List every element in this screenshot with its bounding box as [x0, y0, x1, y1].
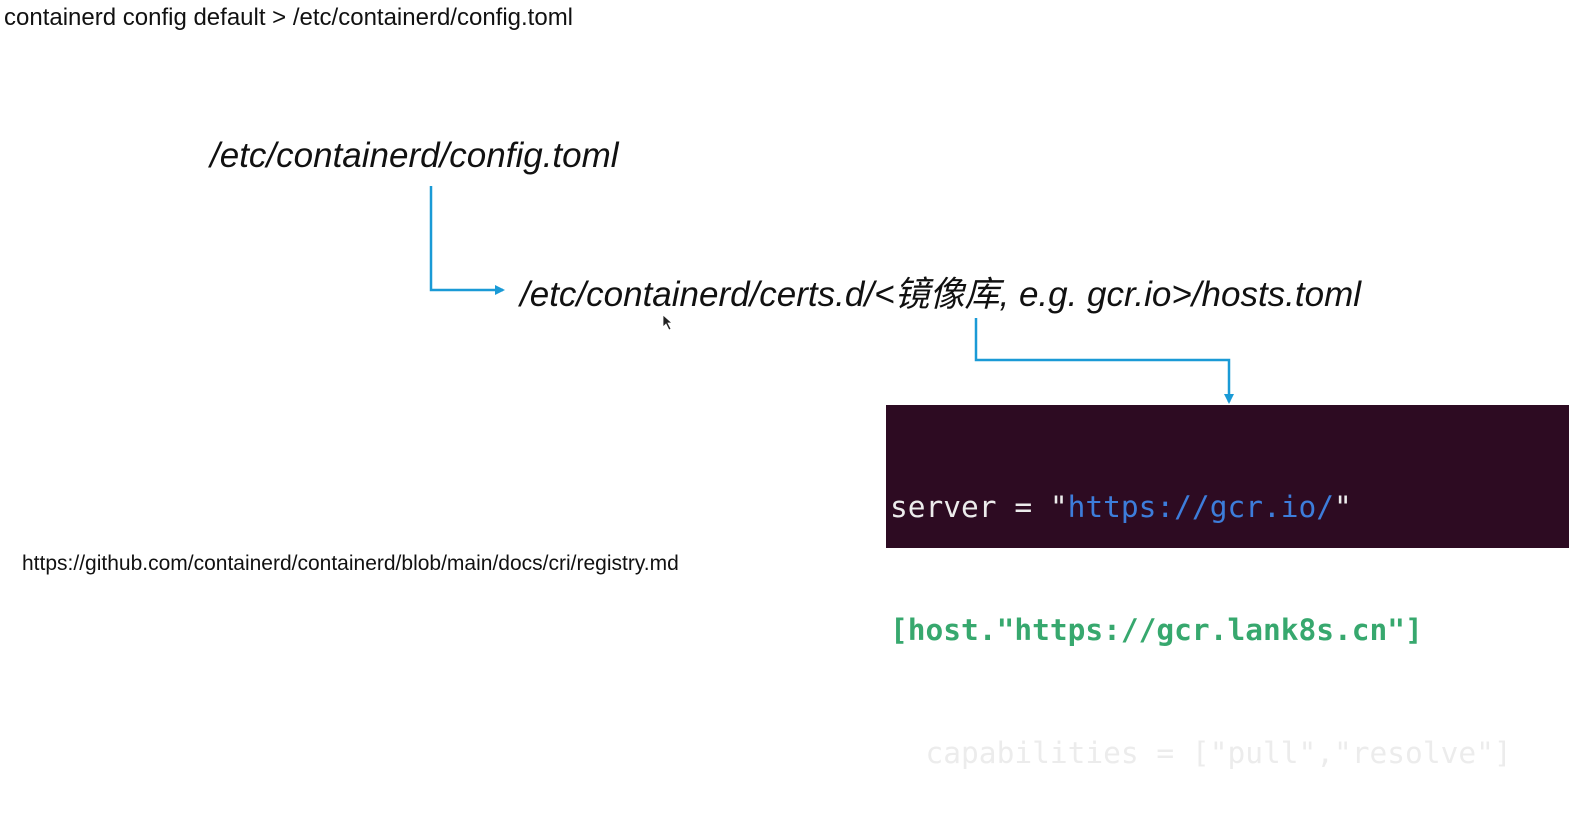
- server-url: https://gcr.io/: [1067, 490, 1335, 524]
- terminal-line-capabilities: capabilities = ["pull","resolve"]: [890, 736, 1512, 770]
- terminal-snippet: server = "https://gcr.io/" [host."https:…: [886, 405, 1569, 770]
- terminal-line-host: [host."https://gcr.lank8s.cn"]: [890, 613, 1423, 647]
- arrow-config-to-hosts: [429, 186, 505, 295]
- mouse-cursor-icon: [662, 314, 674, 331]
- terminal-line-server: server = "https://gcr.io/": [890, 487, 1569, 528]
- registry-docs-link[interactable]: https://github.com/containerd/containerd…: [22, 552, 679, 576]
- server-quote-end: ": [1334, 490, 1352, 524]
- arrow-hosts-to-terminal: [974, 318, 1234, 404]
- server-key: server = ": [890, 490, 1068, 524]
